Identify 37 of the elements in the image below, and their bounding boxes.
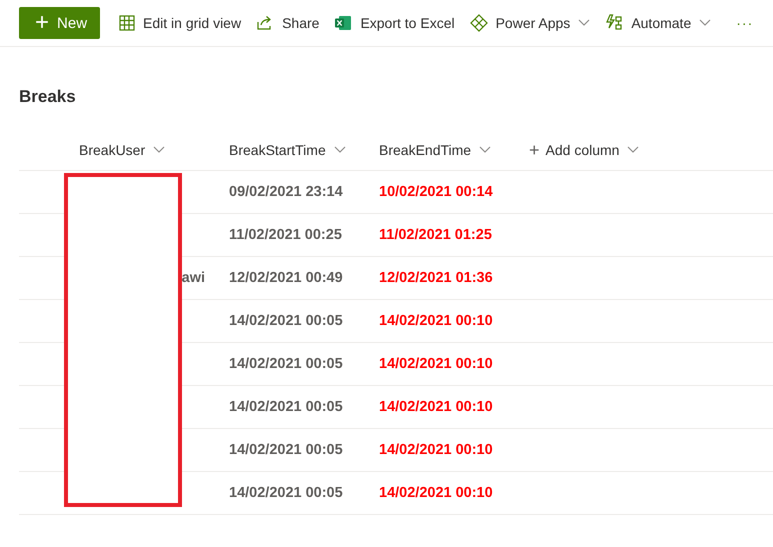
column-header[interactable]: BreakEndTime	[379, 142, 472, 158]
chevron-down-icon	[153, 146, 166, 154]
column-header[interactable]: BreakUser	[79, 142, 146, 158]
automate-button[interactable]: Automate	[605, 7, 712, 39]
start-time-cell-text: 14/02/2021 00:05	[229, 313, 344, 329]
end-time-cell-text: 14/02/2021 00:10	[379, 399, 494, 415]
end-time-cell-text: 14/02/2021 00:10	[379, 356, 494, 372]
chevron-down-icon	[334, 146, 346, 154]
add-column-button[interactable]: + Add column	[529, 140, 620, 160]
user-cell: awi	[182, 270, 205, 286]
start-time-cell-text: 11/02/2021 00:25	[229, 227, 343, 243]
diamond-icon	[470, 14, 488, 32]
end-time-cell-text: 14/02/2021 00:10	[379, 313, 494, 329]
start-time-cell-text: 14/02/2021 00:05	[229, 356, 344, 372]
start-time-cell-text: 14/02/2021 00:05	[229, 399, 344, 415]
end-time-cell-text: 10/02/2021 00:14	[379, 184, 494, 200]
more-button[interactable]: ···	[730, 15, 760, 31]
power-apps-button[interactable]: Power Apps	[470, 7, 590, 39]
chevron-down-icon	[627, 146, 640, 154]
flow-icon	[605, 14, 624, 32]
end-time-cell-text: 14/02/2021 00:10	[379, 442, 494, 458]
start-time-cell-text: 09/02/2021 23:14	[229, 184, 344, 200]
export-button[interactable]: Export to Excel	[334, 7, 455, 39]
end-time-cell-text: 14/02/2021 00:10	[379, 485, 494, 501]
chevron-down-icon	[479, 146, 492, 154]
end-time-cell-text: 11/02/2021 01:25	[379, 227, 493, 243]
start-time-cell-text: 14/02/2021 00:05	[229, 442, 344, 458]
end-time-cell-text: 12/02/2021 01:36	[379, 270, 494, 286]
new-button[interactable]: + New	[19, 7, 100, 39]
column-header[interactable]: BreakStartTime	[229, 142, 326, 158]
start-time-cell-text: 12/02/2021 00:49	[229, 270, 344, 286]
list-title: Breaks	[19, 87, 76, 107]
edit-grid-button[interactable]: Edit in grid view	[119, 7, 242, 39]
spreadsheet-icon	[334, 15, 352, 31]
share-button[interactable]: Share	[256, 7, 320, 39]
start-time-cell-text: 14/02/2021 00:05	[229, 485, 344, 501]
grid-icon	[119, 15, 136, 31]
